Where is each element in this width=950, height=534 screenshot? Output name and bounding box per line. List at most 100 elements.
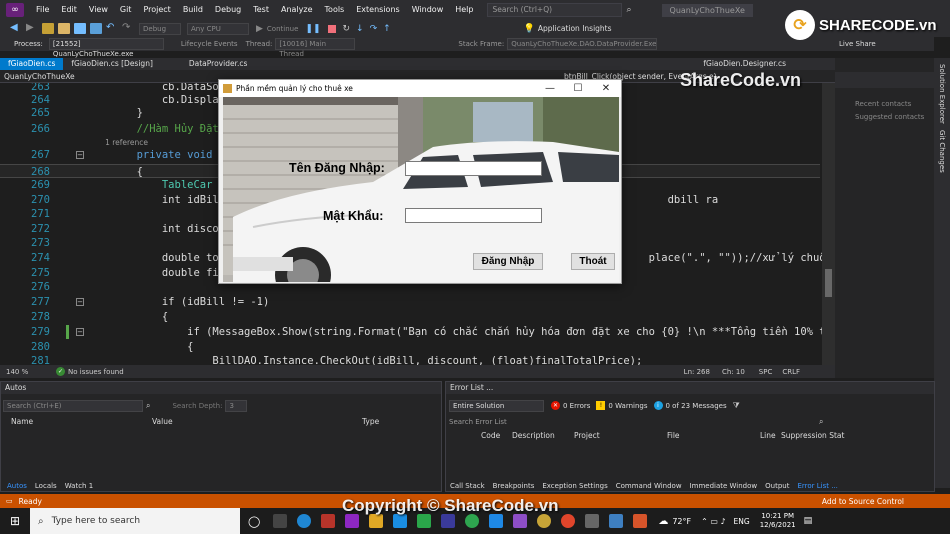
- code-line[interactable]: int discou: [86, 222, 225, 236]
- tab-exception-settings[interactable]: Exception Settings: [538, 482, 611, 490]
- search-input[interactable]: Search (Ctrl+Q): [487, 3, 623, 17]
- issues-status[interactable]: No issues found: [68, 368, 124, 376]
- code-line[interactable]: double fin: [86, 266, 225, 280]
- chrome-icon[interactable]: [561, 514, 576, 528]
- save-all-icon[interactable]: [90, 23, 102, 34]
- lifecycle-events-button[interactable]: Lifecycle Events: [181, 40, 238, 48]
- column-description[interactable]: Description: [512, 431, 574, 440]
- filter-icon[interactable]: ⧩: [733, 401, 740, 411]
- undo-icon[interactable]: ↶: [106, 23, 118, 34]
- thread-dropdown[interactable]: [10016] Main Thread: [275, 38, 356, 58]
- error-search-input[interactable]: Search Error List: [449, 418, 819, 426]
- maximize-button[interactable]: ☐: [563, 80, 593, 97]
- app-icon[interactable]: [417, 514, 432, 528]
- editor-vertical-scrollbar[interactable]: [822, 83, 835, 365]
- tab-dataprovider[interactable]: DataProvider.cs: [181, 58, 256, 70]
- tab-fgiaodien-cs[interactable]: fGiaoDien.cs: [0, 58, 64, 70]
- save-icon[interactable]: [74, 23, 86, 34]
- exit-button[interactable]: Thoát: [571, 253, 615, 270]
- search-icon[interactable]: ⌕: [146, 401, 150, 411]
- tab-fgiaodien-design[interactable]: fGiaoDien.cs [Design]: [63, 58, 161, 70]
- process-dropdown[interactable]: [21552] QuanLyChoThueXe.exe: [48, 38, 164, 58]
- whitespace-indicator[interactable]: SPC: [759, 368, 773, 376]
- zoom-level[interactable]: 140 %: [6, 368, 46, 376]
- menu-git[interactable]: Git: [114, 0, 138, 20]
- tab-breakpoints[interactable]: Breakpoints: [489, 482, 539, 490]
- open-icon[interactable]: [58, 23, 70, 34]
- add-source-control-button[interactable]: Add to Source Control: [822, 497, 904, 506]
- code-line[interactable]: //Hàm Hủy Đặt: [86, 122, 219, 136]
- weather-icon[interactable]: ☁: [658, 516, 668, 527]
- menu-build[interactable]: Build: [177, 0, 209, 20]
- code-line[interactable]: }: [86, 106, 143, 120]
- step-out-icon[interactable]: ↑: [383, 24, 391, 34]
- widgets-icon[interactable]: [273, 514, 288, 528]
- errors-filter-button[interactable]: 0 Errors: [563, 402, 590, 410]
- step-into-icon[interactable]: ↓: [356, 24, 364, 34]
- search-depth-dropdown[interactable]: 3: [225, 399, 248, 412]
- code-line[interactable]: {: [86, 340, 193, 354]
- column-suppression[interactable]: Suppression Stat: [781, 431, 844, 440]
- visual-studio-icon[interactable]: [513, 514, 528, 528]
- tab-autos[interactable]: Autos: [3, 482, 31, 490]
- new-project-icon[interactable]: [42, 23, 54, 34]
- app-icon[interactable]: [489, 514, 504, 528]
- suggested-contacts-item[interactable]: Suggested contacts: [855, 113, 934, 121]
- step-over-icon[interactable]: ↷: [370, 24, 378, 34]
- continue-button[interactable]: Continue: [267, 25, 298, 33]
- column-project[interactable]: Project: [574, 431, 667, 440]
- weather-temp[interactable]: 72°F: [672, 517, 691, 526]
- menu-help[interactable]: Help: [449, 0, 479, 20]
- restart-icon[interactable]: ↻: [343, 24, 351, 34]
- tab-output[interactable]: Output: [761, 482, 793, 490]
- windows-start-icon[interactable]: ⊞: [0, 514, 30, 528]
- back-icon[interactable]: ◀: [10, 23, 22, 34]
- minimize-button[interactable]: —: [535, 80, 565, 97]
- menu-edit[interactable]: Edit: [55, 0, 83, 20]
- collapse-icon[interactable]: −: [76, 328, 84, 336]
- taskbar-search[interactable]: ⌕ Type here to search: [30, 508, 240, 534]
- collapse-icon[interactable]: −: [76, 298, 84, 306]
- column-type[interactable]: Type: [362, 417, 379, 426]
- solution-explorer-tab[interactable]: Solution Explorer: [938, 64, 946, 124]
- tab-fgiaodien-designer[interactable]: fGiaoDien.Designer.cs: [695, 58, 794, 70]
- app-insights-button[interactable]: Application Insights: [538, 24, 612, 33]
- live-share-button[interactable]: Live Share: [839, 40, 876, 48]
- column-value[interactable]: Value: [152, 417, 362, 426]
- column-code[interactable]: Code: [481, 431, 512, 440]
- line-ending-indicator[interactable]: CRLF: [782, 368, 800, 376]
- menu-file[interactable]: File: [30, 0, 55, 20]
- break-all-icon[interactable]: ❚❚: [305, 24, 320, 34]
- tab-call-stack[interactable]: Call Stack: [446, 482, 489, 490]
- code-line[interactable]: private void b: [86, 148, 226, 162]
- app-icon[interactable]: [537, 514, 552, 528]
- premiere-icon[interactable]: [345, 514, 360, 528]
- collapse-icon[interactable]: −: [76, 151, 84, 159]
- platform-dropdown[interactable]: Any CPU: [187, 22, 249, 35]
- git-changes-tab[interactable]: Git Changes: [938, 130, 946, 173]
- column-name[interactable]: Name: [11, 417, 152, 426]
- stack-frame-dropdown[interactable]: QuanLyChoThueXe.DAO.DataProvider.Exe: [507, 38, 658, 50]
- continue-icon[interactable]: ▶: [256, 24, 263, 34]
- notifications-icon[interactable]: ▤: [804, 516, 813, 526]
- tab-immediate-window[interactable]: Immediate Window: [686, 482, 762, 490]
- code-line[interactable]: {: [86, 310, 168, 324]
- password-input[interactable]: [405, 208, 542, 223]
- menu-test[interactable]: Test: [247, 0, 275, 20]
- menu-extensions[interactable]: Extensions: [350, 0, 405, 20]
- tab-locals[interactable]: Locals: [31, 482, 61, 490]
- menu-window[interactable]: Window: [406, 0, 450, 20]
- photoshop-icon[interactable]: [321, 514, 336, 528]
- file-explorer-icon[interactable]: [369, 514, 384, 528]
- dialog-title-bar[interactable]: Phần mềm quản lý cho thuê xe — ☐ ✕: [219, 80, 621, 97]
- tab-command-window[interactable]: Command Window: [612, 482, 686, 490]
- clock[interactable]: 10:21 PM 12/6/2021: [760, 512, 796, 530]
- redo-icon[interactable]: ↷: [122, 23, 134, 34]
- app-icon[interactable]: [465, 514, 480, 528]
- lightbulb-icon[interactable]: 💡: [524, 24, 535, 34]
- code-line[interactable]: TableCar t: [86, 178, 225, 192]
- forward-icon[interactable]: ▶: [26, 23, 38, 34]
- app-icon[interactable]: [585, 514, 600, 528]
- search-icon[interactable]: ⌕: [819, 417, 823, 427]
- recent-contacts-item[interactable]: Recent contacts: [855, 100, 934, 108]
